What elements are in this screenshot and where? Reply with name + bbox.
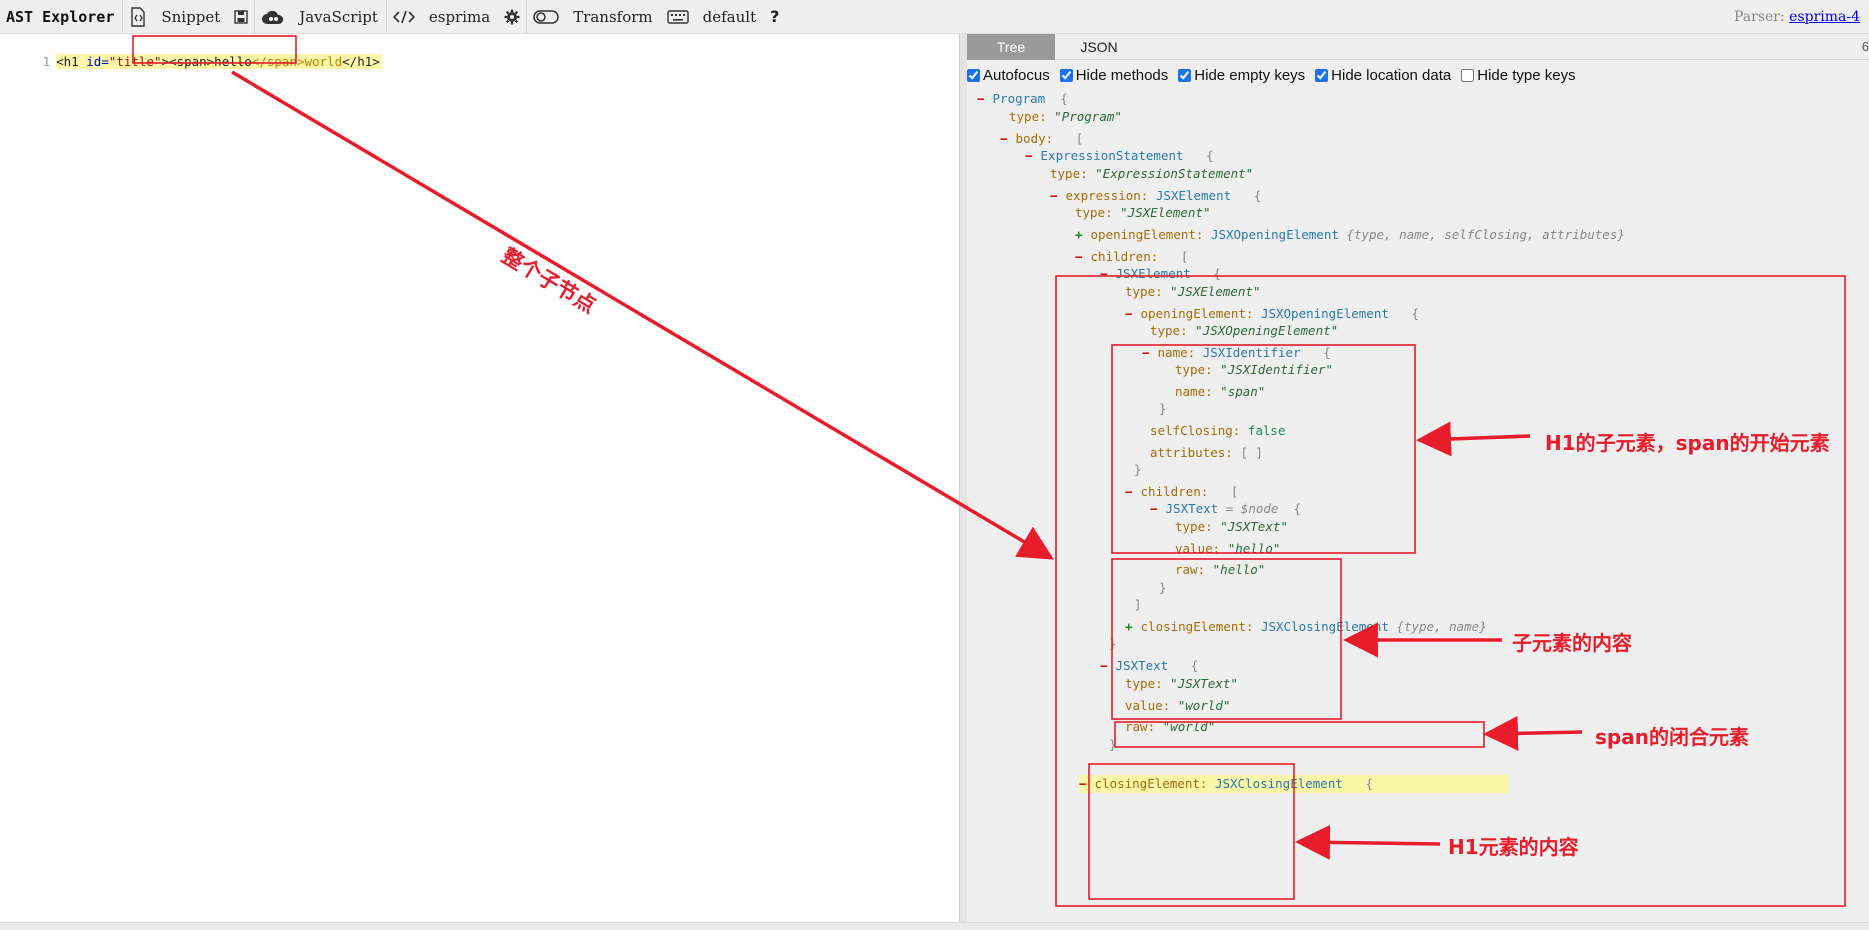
option-hide-location-data[interactable]: Hide location data bbox=[1315, 67, 1451, 84]
tree-prop-type: type: "JSXText" bbox=[1175, 519, 1288, 534]
toolbar: AST Explorer Snippet JavaScript esprima … bbox=[0, 0, 1869, 34]
tree-prop-body[interactable]: − body: [ bbox=[1000, 130, 1083, 148]
tree-prop-children[interactable]: − children: [ bbox=[1125, 483, 1238, 501]
transform-menu[interactable]: Transform bbox=[565, 0, 660, 34]
collapse-toggle: − bbox=[1100, 658, 1108, 673]
tree-prop-type: type: "JSXElement" bbox=[1075, 205, 1211, 220]
collapse-toggle: − bbox=[977, 91, 985, 106]
tree-prop-type: type: "JSXIdentifier" bbox=[1175, 362, 1334, 377]
ast-output-panel: Tree JSON 6 Autofocus Hide methods Hide … bbox=[967, 34, 1869, 922]
tree-prop-self-closing: selfClosing: false bbox=[1150, 423, 1286, 438]
tree-options: Autofocus Hide methods Hide empty keys H… bbox=[967, 60, 1869, 90]
tree-prop-value: value: "world" bbox=[1125, 698, 1231, 713]
tree-node-program[interactable]: − Program { bbox=[977, 90, 1068, 108]
tree-prop-type: type: "Program" bbox=[1009, 109, 1122, 124]
tree-node-jsx-text[interactable]: − JSXText { bbox=[1100, 657, 1198, 675]
collapse-toggle: − bbox=[1100, 266, 1108, 281]
parser-info: Parser: esprima-4 bbox=[1734, 9, 1869, 25]
collapse-toggle: − bbox=[1025, 148, 1033, 163]
code-icon[interactable] bbox=[387, 0, 421, 34]
collapse-toggle: − bbox=[1079, 776, 1087, 791]
language-selector[interactable]: JavaScript bbox=[291, 0, 386, 34]
collapse-toggle: − bbox=[1125, 306, 1133, 321]
option-autofocus[interactable]: Autofocus bbox=[967, 67, 1050, 84]
collapse-toggle: − bbox=[1000, 131, 1008, 146]
collapse-toggle: − bbox=[1125, 484, 1133, 499]
tree-prop-raw: raw: "world" bbox=[1125, 719, 1216, 734]
option-hide-type-keys[interactable]: Hide type keys bbox=[1461, 67, 1576, 84]
tree-prop-type: type: "JSXOpeningElement" bbox=[1150, 323, 1339, 338]
panel-edge-text: 6 bbox=[1861, 39, 1869, 54]
help-icon[interactable]: ? bbox=[764, 0, 785, 34]
tree-prop-closing-element[interactable]: + closingElement: JSXClosingElement {type… bbox=[1125, 618, 1487, 636]
horizontal-scrollbar[interactable] bbox=[0, 922, 1869, 930]
tree-prop-closing-element[interactable]: − closingElement: JSXClosingElement { bbox=[1079, 775, 1509, 793]
gear-icon[interactable] bbox=[498, 0, 526, 34]
annotation-closing: span的闭合元素 bbox=[1595, 725, 1749, 749]
save-icon[interactable] bbox=[228, 0, 254, 34]
snippet-menu[interactable]: Snippet bbox=[153, 0, 228, 34]
line-number: 1 bbox=[42, 54, 51, 69]
tree-prop-attributes: attributes: [ ] bbox=[1150, 445, 1263, 460]
tree-node-jsx-text[interactable]: − JSXText = $node { bbox=[1150, 500, 1301, 518]
tree-prop-type: type: "JSXText" bbox=[1125, 676, 1238, 691]
hide-methods-checkbox[interactable] bbox=[1059, 68, 1073, 82]
parser-link[interactable]: esprima-4 bbox=[1789, 9, 1860, 25]
annotation-h1-content: H1元素的内容 bbox=[1448, 835, 1579, 859]
annotation-content: 子元素的内容 bbox=[1512, 631, 1632, 655]
tree-prop-value: value: "hello" bbox=[1175, 541, 1281, 556]
tree-prop-expression[interactable]: − expression: JSXElement { bbox=[1050, 187, 1261, 205]
option-hide-empty-keys[interactable]: Hide empty keys bbox=[1178, 67, 1305, 84]
tree-prop-raw: raw: "hello" bbox=[1175, 562, 1266, 577]
hide-type-keys-checkbox[interactable] bbox=[1461, 68, 1475, 82]
hide-location-data-checkbox[interactable] bbox=[1315, 68, 1329, 82]
tree-close-brace: } bbox=[1134, 462, 1142, 477]
tree-close-brace: } bbox=[1159, 401, 1167, 416]
code-editor[interactable]: 1 <h1 id="title"><span>hello</span>world<… bbox=[0, 34, 959, 922]
tree-prop-name[interactable]: − name: JSXIdentifier { bbox=[1142, 344, 1331, 362]
tab-tree[interactable]: Tree bbox=[967, 34, 1055, 60]
option-hide-methods[interactable]: Hide methods bbox=[1059, 67, 1168, 84]
tree-node-expression-statement[interactable]: − ExpressionStatement { bbox=[1025, 147, 1214, 165]
collapse-toggle: − bbox=[1150, 501, 1158, 516]
expand-toggle: + bbox=[1125, 619, 1133, 634]
tab-json[interactable]: JSON bbox=[1055, 34, 1143, 60]
transform-toggle-icon[interactable] bbox=[527, 0, 565, 34]
tree-prop-type: type: "JSXElement" bbox=[1125, 284, 1261, 299]
tree-prop-children[interactable]: − children: [ bbox=[1075, 248, 1188, 266]
parser-info-label: Parser: bbox=[1734, 8, 1785, 25]
expand-toggle: + bbox=[1075, 227, 1083, 242]
app-title: AST Explorer bbox=[6, 7, 115, 26]
tree-node-jsx-element[interactable]: − JSXElement { bbox=[1100, 265, 1221, 283]
parser-selector[interactable]: esprima bbox=[421, 0, 498, 34]
snippet-file-icon[interactable] bbox=[123, 0, 153, 34]
tree-close-brace: } bbox=[1109, 636, 1117, 651]
tree-prop-type: type: "ExpressionStatement" bbox=[1050, 166, 1254, 181]
tree-prop-opening-element[interactable]: + openingElement: JSXOpeningElement {type… bbox=[1075, 226, 1625, 244]
annotation-opening: H1的子元素，span的开始元素 bbox=[1545, 431, 1830, 455]
hide-empty-keys-checkbox[interactable] bbox=[1178, 68, 1192, 82]
collapse-toggle: − bbox=[1075, 249, 1083, 264]
language-cloud-icon[interactable] bbox=[255, 0, 291, 34]
tree-prop-opening-element[interactable]: − openingElement: JSXOpeningElement { bbox=[1125, 305, 1419, 323]
code-line[interactable]: 1 <h1 id="title"><span>hello</span>world<… bbox=[0, 38, 382, 69]
output-tabs: Tree JSON 6 bbox=[967, 34, 1869, 60]
tree-close-brace: } bbox=[1159, 580, 1167, 595]
code-text[interactable]: <h1 id="title"><span>hello</span>world</… bbox=[56, 54, 382, 69]
tree-close-bracket: ] bbox=[1134, 597, 1142, 612]
pane-divider[interactable] bbox=[959, 34, 967, 922]
collapse-toggle: − bbox=[1142, 345, 1150, 360]
keyboard-icon[interactable] bbox=[661, 0, 695, 34]
tree-close-brace: } bbox=[1109, 737, 1117, 752]
collapse-toggle: − bbox=[1050, 188, 1058, 203]
keymap-selector[interactable]: default bbox=[695, 0, 764, 34]
autofocus-checkbox[interactable] bbox=[967, 68, 980, 82]
tree-prop-name-value: name: "span" bbox=[1175, 384, 1266, 399]
